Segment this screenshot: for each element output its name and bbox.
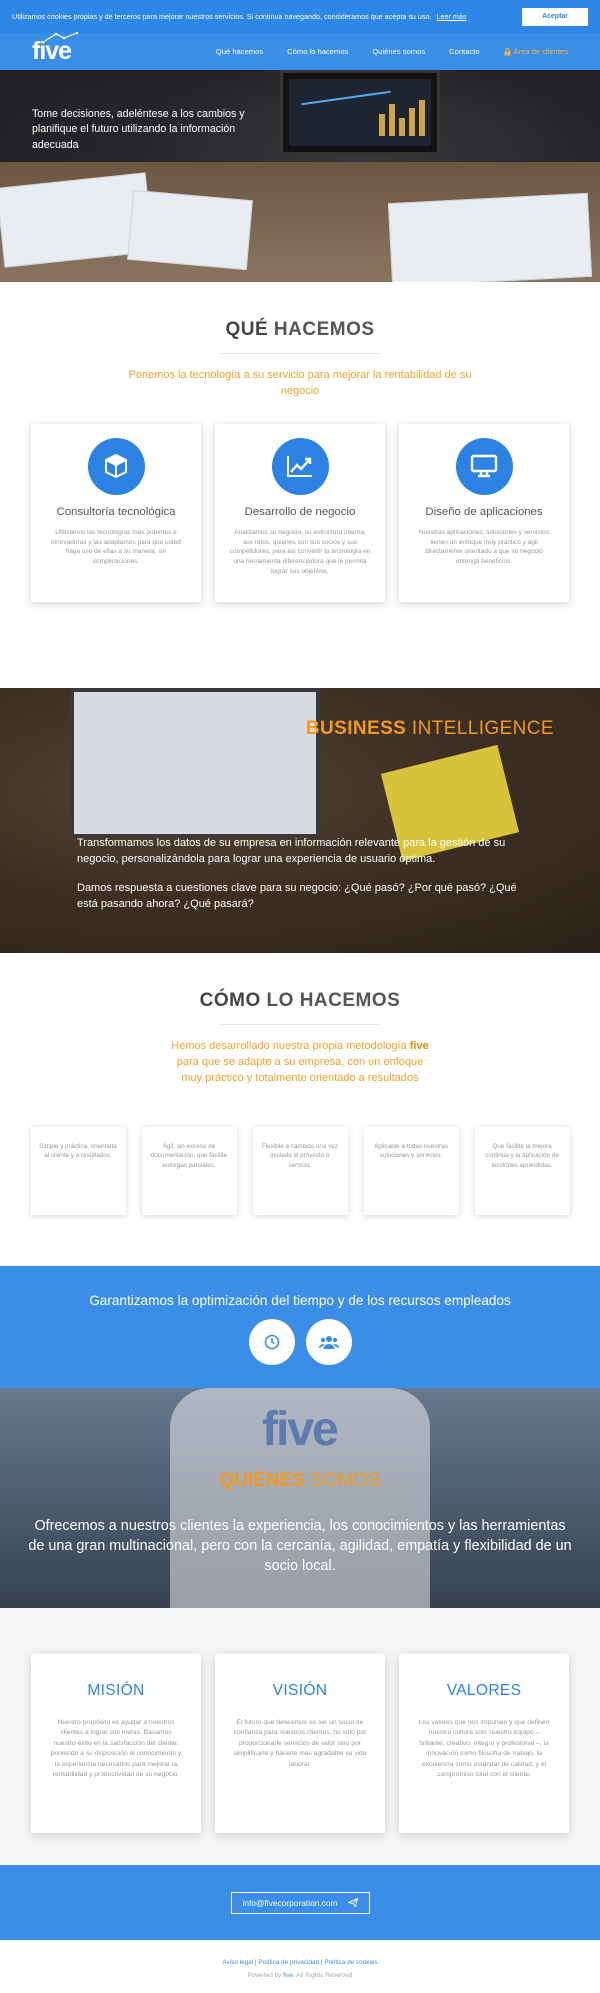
que-hacemos-title: QUÉ HACEMOS — [225, 319, 375, 340]
hero-paper-image — [387, 192, 593, 282]
footer: Aviso legal | Política de privacidad | P… — [0, 1940, 600, 1993]
como-lead: Hemos desarrollado nuestra propia metodo… — [171, 1040, 429, 1084]
mvv-title: VALORES — [446, 1682, 522, 1699]
hero-laptop-image — [280, 70, 440, 155]
mission-vision-values-section: MISIÓN Nuestro propósito es ayudar a nue… — [0, 1608, 600, 1865]
clock-icon — [248, 1319, 295, 1365]
main-menu: Qué hacemos Cómo lo hacemos Quiénes somo… — [82, 47, 568, 56]
bi-laptop-image — [70, 688, 320, 838]
trending-chart-icon — [271, 437, 329, 495]
nav-item-que-hacemos[interactable]: Qué hacemos — [216, 47, 263, 56]
cookie-accept-button[interactable]: Aceptar — [522, 7, 588, 26]
divider — [220, 1024, 380, 1025]
cookie-text-wrap: Utilizamos cookies propias y de terceros… — [12, 12, 522, 21]
cube-icon — [87, 437, 145, 495]
que-hacemos-section: QUÉ HACEMOS Ponemos la tecnología a su s… — [0, 282, 600, 688]
footer-link-aviso-legal[interactable]: Aviso legal — [222, 1959, 253, 1966]
footer-brand-link[interactable]: five — [283, 1972, 293, 1979]
nav-item-como-lo-hacemos[interactable]: Cómo lo hacemos — [287, 47, 348, 56]
methodology-step: Aplicable a todas nuestras soluciones y … — [363, 1126, 459, 1215]
mvv-title: VISIÓN — [272, 1682, 328, 1699]
bi-title: BUSINESS INTELLIGENCE — [305, 718, 554, 739]
services-cards: Consultoría tecnológica Utilizamos las t… — [0, 423, 600, 602]
optimization-icons — [0, 1319, 600, 1365]
optimization-banner: Garantizamos la optimización del tiempo … — [0, 1266, 600, 1388]
business-intelligence-section: BUSINESS INTELLIGENCE Transformamos los … — [0, 688, 600, 953]
service-text: Utilizamos las tecnologías más potentes … — [51, 528, 181, 566]
send-icon — [347, 1898, 358, 1907]
service-text: Nuestras aplicaciones, soluciones y serv… — [418, 528, 550, 566]
mvv-card: VALORES Los valores que nos impulsan y q… — [399, 1654, 569, 1833]
mvv-card: VISIÓN El futuro que deseamos es ser un … — [215, 1654, 385, 1833]
cookie-bar: Utilizamos cookies propias y de terceros… — [0, 0, 600, 33]
nav-item-quienes-somos[interactable]: Quiénes somos — [372, 47, 425, 56]
mvv-text: El futuro que deseamos es ser un socio d… — [233, 1719, 367, 1768]
contact-section: info@fivecorporation.com — [0, 1865, 600, 1940]
hero-paper-image — [127, 189, 253, 271]
bi-paragraph: Transformamos los datos de su empresa en… — [77, 837, 506, 865]
email-button[interactable]: info@fivecorporation.com — [230, 1891, 370, 1914]
service-card: Consultoría tecnológica Utilizamos las t… — [31, 423, 201, 602]
bi-paragraph: Damos respuesta a cuestiones clave para … — [77, 881, 517, 910]
mvv-card: MISIÓN Nuestro propósito es ayudar a nue… — [31, 1654, 201, 1833]
optimization-title: Garantizamos la optimización del tiempo … — [89, 1293, 511, 1308]
mvv-title: MISIÓN — [87, 1682, 145, 1699]
client-area-label: Área de clientes — [513, 47, 568, 56]
mvv-text: Nuestro propósito es ayudar a nuestros c… — [50, 1719, 182, 1778]
methodology-step: Flexible a cambios una vez iniciado el p… — [252, 1126, 348, 1215]
client-area-link[interactable]: Área de clientes — [504, 47, 568, 56]
service-card: Desarrollo de negocio Analizamos su nego… — [215, 423, 385, 602]
email-address: info@fivecorporation.com — [242, 1897, 338, 1908]
methodology-step: Simple y práctica, orientada al cliente … — [30, 1126, 126, 1215]
lock-icon — [504, 47, 511, 55]
cookie-text: Utilizamos cookies propias y de terceros… — [12, 12, 432, 21]
top-nav: five Qué hacemos Cómo lo hacemos Quiénes… — [0, 32, 600, 70]
mvv-cards: MISIÓN Nuestro propósito es ayudar a nue… — [0, 1654, 600, 1833]
nav-item-contacto[interactable]: Contacto — [449, 47, 479, 56]
users-icon — [305, 1319, 352, 1365]
service-card: Diseño de aplicaciones Nuestras aplicaci… — [399, 423, 569, 602]
hero-tagline: Tome decisiones, adeléntese a los cambio… — [32, 108, 245, 151]
methodology-steps: Simple y práctica, orientada al cliente … — [0, 1126, 600, 1215]
cookie-more-link[interactable]: Leer más — [437, 12, 467, 21]
quienes-title: QUIÉNES SOMOS — [219, 1470, 381, 1491]
shirt-logo: five — [262, 1403, 339, 1456]
hero-banner: Tome decisiones, adeléntese a los cambio… — [0, 70, 600, 282]
como-title: CÓMO LO HACEMOS — [199, 990, 401, 1011]
methodology-step: Que facilite la mejora continua y la apl… — [474, 1126, 570, 1215]
methodology-step: Ágil, sin exceso de documentación, que f… — [141, 1126, 237, 1215]
que-hacemos-lead: Ponemos la tecnología a su servicio para… — [128, 369, 472, 397]
service-title: Diseño de aplicaciones — [425, 505, 543, 518]
service-title: Desarrollo de negocio — [244, 505, 356, 518]
service-title: Consultoría tecnológica — [56, 505, 176, 518]
logo-graph-icon — [44, 32, 78, 42]
mvv-text: Los valores que nos impulsan y que defin… — [418, 1719, 550, 1778]
logo[interactable]: five — [32, 32, 82, 66]
quienes-text: Ofrecemos a nuestros clientes la experie… — [28, 1518, 572, 1575]
divider — [220, 353, 380, 354]
como-lo-hacemos-section: CÓMO LO HACEMOS Hemos desarrollado nuest… — [0, 953, 600, 1266]
bi-text: Transformamos los datos de su empresa en… — [77, 836, 527, 913]
footer-powered-by: Powered by five. All Rights Reserved — [247, 1972, 353, 1979]
monitor-icon — [455, 437, 513, 495]
service-text: Analizamos su negocio, su estructura int… — [229, 528, 371, 575]
footer-links: Aviso legal | Política de privacidad | P… — [222, 1959, 378, 1966]
footer-link-privacidad[interactable]: Política de privacidad — [258, 1959, 319, 1966]
footer-link-cookies[interactable]: Política de cookies — [324, 1959, 377, 1966]
quienes-somos-section: five QUIÉNES SOMOS Ofrecemos a nuestros … — [0, 1388, 600, 1608]
